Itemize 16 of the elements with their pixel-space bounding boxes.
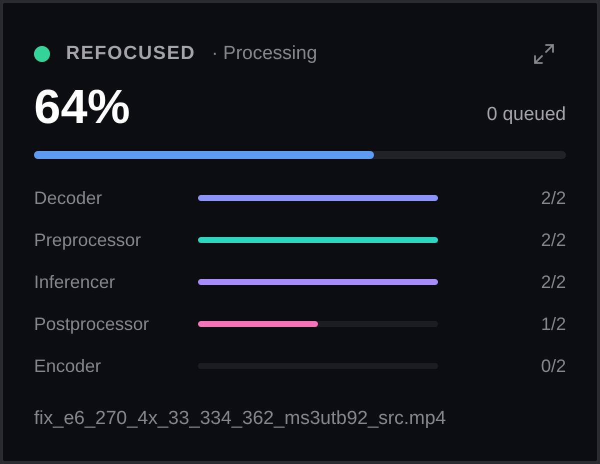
stage-count: 2/2 <box>540 186 566 210</box>
stage-count: 2/2 <box>540 270 566 294</box>
stage-count: 1/2 <box>540 312 566 336</box>
stage-name: Decoder <box>34 186 104 210</box>
file-name: fix_e6_270_4x_33_334_362_ms3utb92_src.mp4 <box>34 407 447 431</box>
stage-name: Encoder <box>34 354 102 378</box>
stage-count: 2/2 <box>540 228 566 252</box>
expand-icon[interactable] <box>532 42 556 66</box>
stage-name: Postprocessor <box>34 312 150 336</box>
percent-value: 64% <box>34 80 130 136</box>
status-text: · Processing <box>212 42 318 66</box>
stage-name: Inferencer <box>34 270 116 294</box>
stage-name: Preprocessor <box>34 228 142 252</box>
queued-count: 0 queued <box>486 102 566 126</box>
card-title: REFOCUSED <box>66 42 196 66</box>
stage-count: 0/2 <box>540 354 566 378</box>
